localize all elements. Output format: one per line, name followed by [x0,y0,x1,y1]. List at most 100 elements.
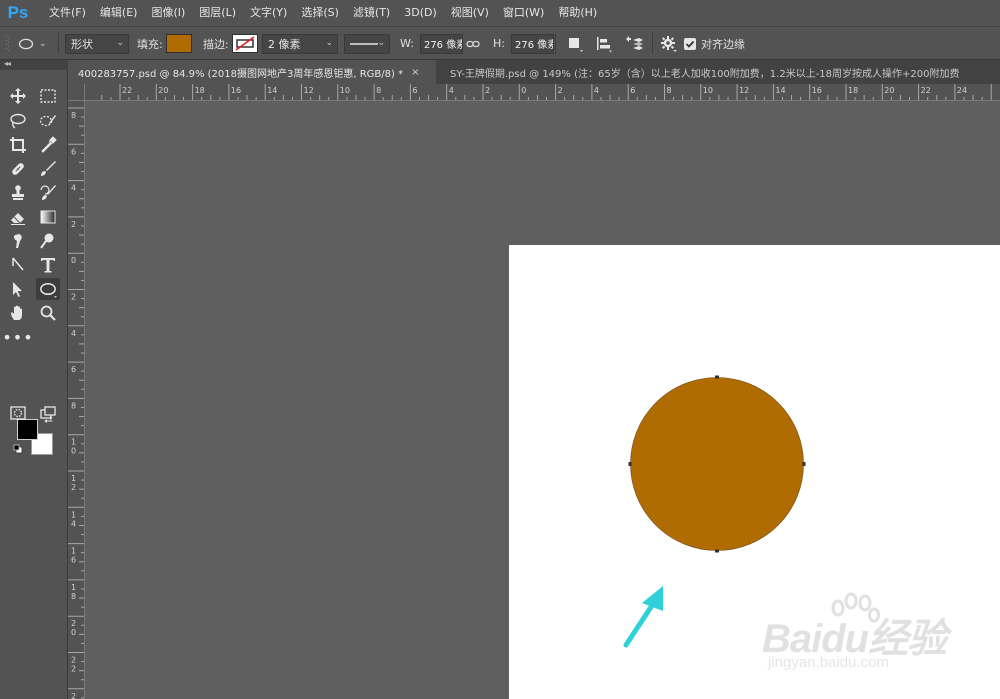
crop-tool[interactable] [6,134,30,156]
screen-mode-button[interactable] [36,402,60,424]
width-input[interactable]: 276 像素 [419,33,463,54]
history-brush-tool[interactable] [36,182,60,204]
menu-type[interactable]: 文字(Y) [243,0,294,26]
ruler-label: 6 [630,86,635,95]
ruler-label: 6 [71,365,76,374]
ruler-label: 14 [775,86,785,95]
path-select-arrow-icon [12,257,24,271]
healing-brush-tool[interactable] [6,158,30,180]
stroke-width-field[interactable]: 2 像素 ⌄ [262,33,338,54]
document-tab-title: SY-王牌假期.psd @ 149% (注：65岁（含）以上老人加收100附加费… [450,68,960,80]
fill-color-swatch[interactable] [165,34,192,53]
menu-file[interactable]: 文件(F) [42,0,93,26]
quick-mask-icon [10,406,26,420]
annotation-arrow [623,586,663,648]
eyedropper-icon [41,136,57,153]
pen-tool[interactable] [6,254,30,276]
ruler-label: 1 [71,547,76,556]
options-grip [6,27,12,60]
tools-panel-header: ◂◂ [0,59,68,70]
geometry-settings-button[interactable] [660,27,678,60]
quick-mask-button[interactable] [6,402,30,424]
ruler-label: 6 [412,86,417,95]
menu-filter[interactable]: 滤镜(T) [346,0,397,26]
link-dimensions-button[interactable] [466,27,480,60]
chevron-down-icon: ⌄ [116,37,124,48]
menu-edit[interactable]: 编辑(E) [93,0,145,26]
ruler-label: 1 [71,438,76,447]
menu-items: 文件(F) 编辑(E) 图像(I) 图层(L) 文字(Y) 选择(S) 滤镜(T… [36,0,604,26]
stroke-type-dropdown[interactable]: ⌄ [344,33,390,54]
quick-selection-tool[interactable] [36,110,60,132]
menu-window[interactable]: 窗口(W) [496,0,551,26]
gradient-tool[interactable] [36,206,60,228]
mode-value: 形状 [71,37,93,51]
default-colors-icon[interactable] [13,444,23,454]
eyedropper-tool[interactable] [36,134,60,156]
path-operations-icon [569,37,583,52]
brush-tool[interactable] [36,158,60,180]
path-alignment-icon [597,36,612,52]
clone-stamp-tool[interactable] [6,182,30,204]
edit-toolbar-button[interactable]: ••• [2,326,32,348]
document-tab-1[interactable]: 400283757.psd @ 84.9% (2018摄图网地产3周年感恩钜惠,… [68,60,436,84]
dodge-tool[interactable] [36,230,60,252]
stroke-color-swatch[interactable] [231,34,258,53]
marquee-tool[interactable] [36,85,60,107]
eraser-tool[interactable] [6,206,30,228]
dodge-icon [40,233,54,249]
fill-label: 填充: [137,37,163,51]
align-edges-checkbox[interactable] [684,37,696,50]
menu-layer[interactable]: 图层(L) [192,0,243,26]
ruler-label: 2 [71,483,76,492]
stroke-label: 描边: [203,37,229,51]
ruler-ticks: 8642024681012141618202224 [68,107,84,699]
mode-dropdown[interactable]: 形状 ⌄ [65,33,129,54]
ruler-label: 8 [71,592,76,601]
ellipse-shape[interactable] [630,377,804,551]
ruler-label: 16 [231,86,241,95]
menu-3d[interactable]: 3D(D) [397,0,444,26]
blur-tool[interactable] [6,230,30,252]
ruler-label: 2 [71,665,76,674]
path-operations-button[interactable] [566,27,584,60]
stamp-icon [12,185,24,200]
type-tool[interactable] [36,254,60,276]
ruler-label: 4 [71,329,76,338]
path-selection-tool[interactable] [6,278,30,300]
collapse-icon[interactable]: ◂◂ [4,59,11,68]
gear-icon [661,35,677,52]
vertical-ruler[interactable]: 8642024681012141618202224 [68,101,85,699]
document-tab-2[interactable]: SY-王牌假期.psd @ 149% (注：65岁（含）以上老人加收100附加费… [438,60,1000,84]
ruler-label: 4 [594,86,599,95]
ruler-label: 22 [921,86,931,95]
move-tool[interactable] [6,85,30,107]
more-dots-icon: ••• [2,327,34,347]
horizontal-ruler[interactable]: 22 20 18 16 14 12 10 8 6 4 2 0 2 4 6 8 10 12 14 16 18 20 22 24 [68,84,1000,101]
path-alignment-button[interactable] [595,27,613,60]
hand-icon [11,305,22,320]
bandage-icon [12,163,24,175]
ruler-label: 18 [848,86,858,95]
menu-image[interactable]: 图像(I) [144,0,192,26]
height-input[interactable]: 276 像素 [510,33,554,54]
close-icon[interactable]: × [411,67,419,78]
ellipse-tool[interactable] [36,278,60,300]
ruler-origin[interactable] [68,84,85,101]
rectangular-marquee-icon [40,89,56,103]
menu-select[interactable]: 选择(S) [294,0,346,26]
ruler-label: 14 [267,86,277,95]
ruler-label: 12 [739,86,749,95]
ruler-label: 1 [71,510,76,519]
path-arrangement-button[interactable] [624,27,644,60]
ruler-label: 4 [71,519,76,528]
tool-preset-picker[interactable]: ⌄ [18,27,52,60]
lasso-tool[interactable] [6,110,30,132]
hand-tool[interactable] [6,302,30,324]
canvas-area[interactable] [85,101,1000,699]
smudge-icon [13,234,22,248]
menu-view[interactable]: 视图(V) [444,0,496,26]
align-edges-label: 对齐边缘 [701,37,745,51]
menu-help[interactable]: 帮助(H) [551,0,604,26]
zoom-tool[interactable] [36,302,60,324]
